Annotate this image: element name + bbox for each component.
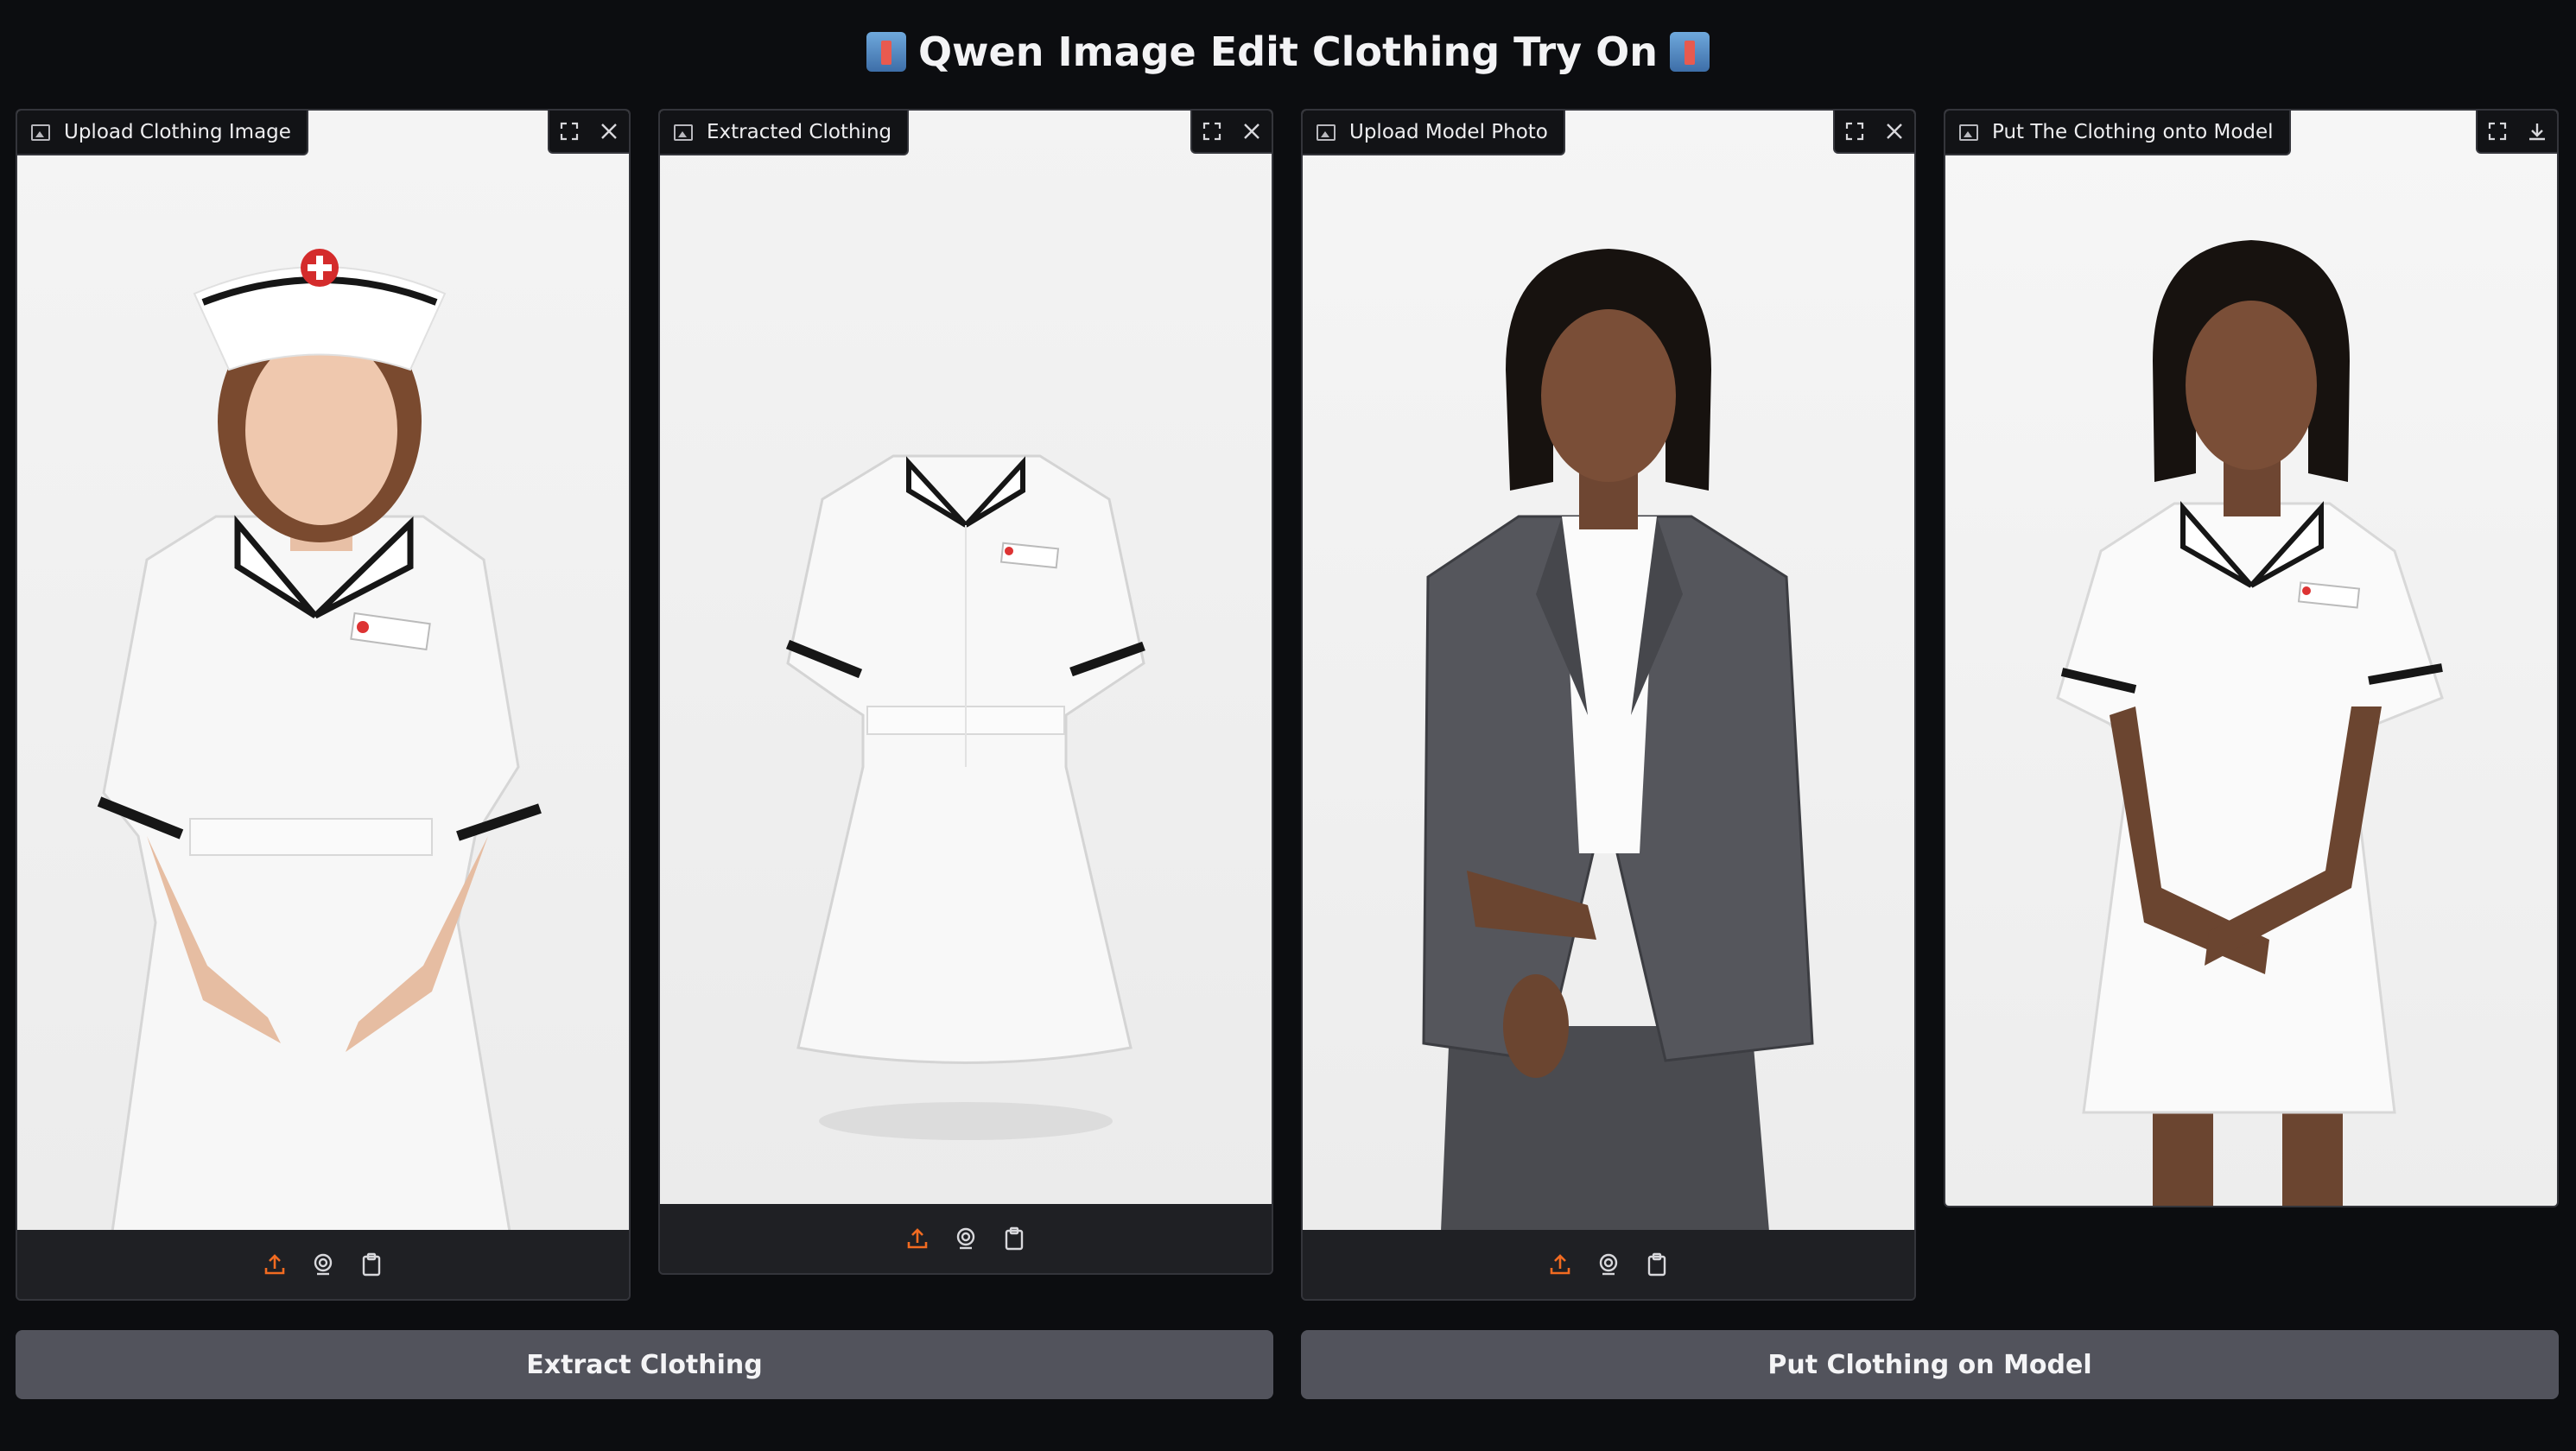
extract-clothing-button[interactable]: Extract Clothing bbox=[16, 1330, 1273, 1399]
webcam-icon[interactable] bbox=[1596, 1251, 1621, 1277]
image-icon bbox=[31, 124, 50, 141]
panel-label-text: Extracted Clothing bbox=[707, 121, 892, 143]
panel-toolbar bbox=[660, 1204, 1272, 1273]
image-icon bbox=[1959, 124, 1978, 141]
upload-model-panel[interactable]: Upload Model Photo bbox=[1301, 109, 1916, 1301]
close-icon[interactable] bbox=[589, 111, 629, 152]
panel-label: Extracted Clothing bbox=[660, 111, 910, 155]
upload-clothing-panel[interactable]: Upload Clothing Image bbox=[16, 109, 631, 1301]
clothing-photo bbox=[17, 111, 629, 1233]
upload-icon[interactable] bbox=[1547, 1251, 1573, 1277]
panel-label-text: Put The Clothing onto Model bbox=[1992, 121, 2274, 143]
result-photo bbox=[1945, 111, 2557, 1206]
panel-label: Put The Clothing onto Model bbox=[1945, 111, 2291, 155]
extracted-clothing-panel[interactable]: Extracted Clothing bbox=[658, 109, 1273, 1275]
model-photo bbox=[1303, 111, 1914, 1232]
fullscreen-icon[interactable] bbox=[1192, 111, 1232, 152]
shirt-tie-icon bbox=[866, 32, 906, 72]
clipboard-icon[interactable] bbox=[1001, 1226, 1027, 1251]
panel-label-text: Upload Model Photo bbox=[1349, 121, 1548, 143]
upload-icon[interactable] bbox=[904, 1226, 930, 1251]
panel-label: Upload Clothing Image bbox=[17, 111, 308, 155]
panel-corner-buttons bbox=[1190, 111, 1272, 154]
panel-label-text: Upload Clothing Image bbox=[64, 121, 291, 143]
panel-toolbar bbox=[1303, 1230, 1914, 1299]
panel-corner-buttons bbox=[2476, 111, 2557, 154]
put-clothing-on-model-button[interactable]: Put Clothing on Model bbox=[1301, 1330, 2559, 1399]
panel-label: Upload Model Photo bbox=[1303, 111, 1565, 155]
panel-toolbar bbox=[17, 1230, 629, 1299]
shirt-tie-icon bbox=[1670, 32, 1710, 72]
clipboard-icon[interactable] bbox=[358, 1251, 384, 1277]
result-panel: Put The Clothing onto Model bbox=[1944, 109, 2559, 1207]
image-icon bbox=[1317, 124, 1336, 141]
close-icon[interactable] bbox=[1875, 111, 1914, 152]
webcam-icon[interactable] bbox=[310, 1251, 336, 1277]
panel-corner-buttons bbox=[1833, 111, 1914, 154]
webcam-icon[interactable] bbox=[953, 1226, 979, 1251]
page-title: Qwen Image Edit Clothing Try On bbox=[0, 24, 2576, 79]
download-icon[interactable] bbox=[2517, 111, 2557, 152]
panel-corner-buttons bbox=[548, 111, 629, 154]
clipboard-icon[interactable] bbox=[1644, 1251, 1670, 1277]
close-icon[interactable] bbox=[1232, 111, 1272, 152]
fullscreen-icon[interactable] bbox=[2478, 111, 2517, 152]
extracted-clothing-photo bbox=[660, 111, 1272, 1207]
fullscreen-icon[interactable] bbox=[549, 111, 589, 152]
fullscreen-icon[interactable] bbox=[1835, 111, 1875, 152]
upload-icon[interactable] bbox=[262, 1251, 288, 1277]
image-icon bbox=[674, 124, 693, 141]
page-title-text: Qwen Image Edit Clothing Try On bbox=[917, 29, 1659, 75]
